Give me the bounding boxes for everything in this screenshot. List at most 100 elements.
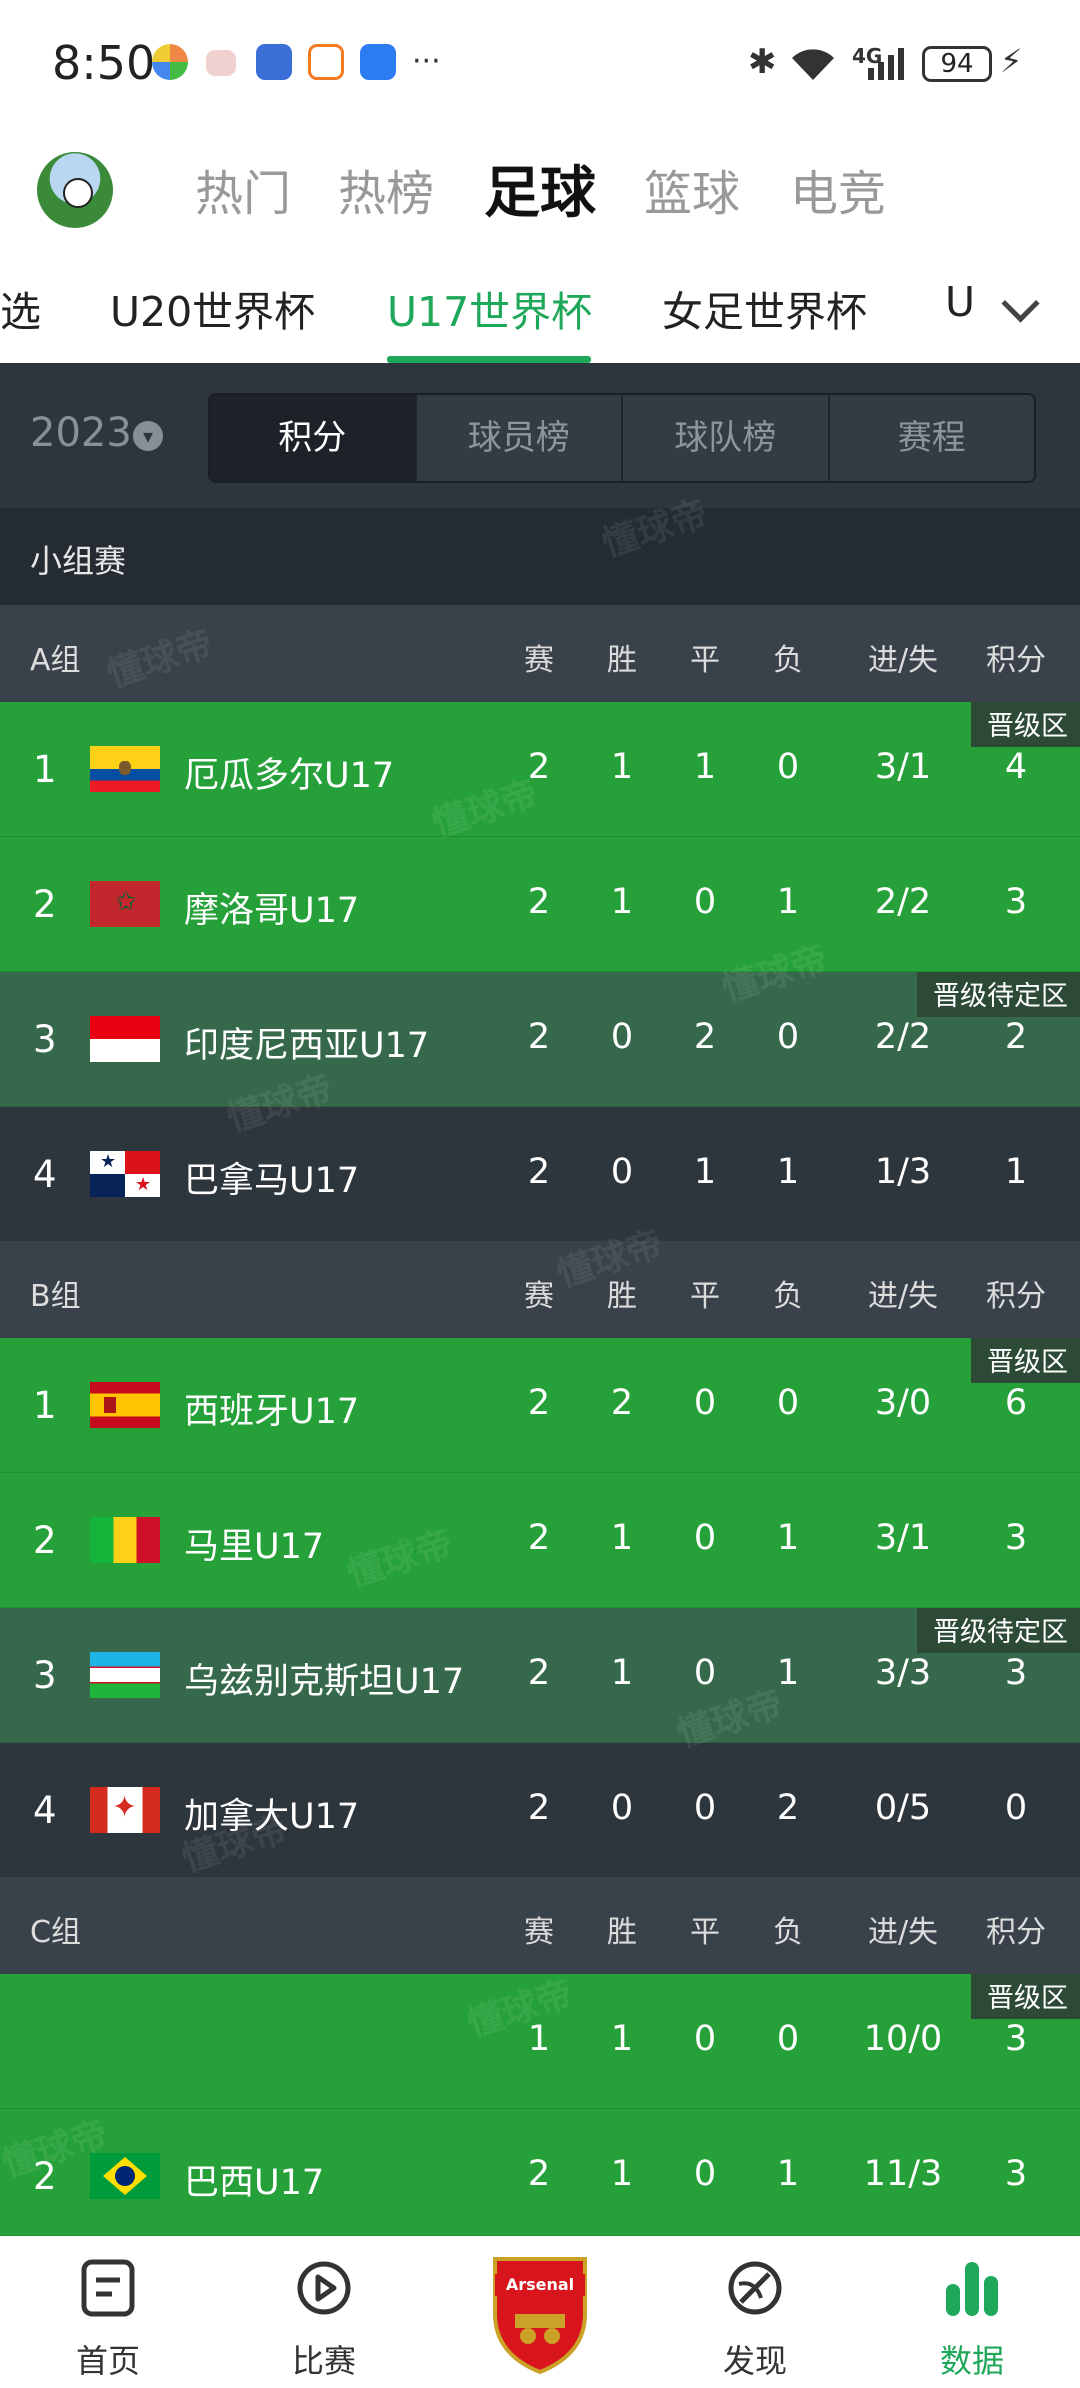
col-loss: 负	[773, 1279, 803, 1314]
nav-data-label: 数据	[939, 2342, 1004, 2380]
indonesia-flag-icon	[90, 1016, 160, 1062]
table-row[interactable]: 4 ✦ 加拿大U17 2 0 0 2 0/5 0	[0, 1743, 1080, 1878]
brazil-flag-icon	[90, 2153, 160, 2199]
played: 2	[527, 1518, 551, 1558]
subtab-u17-world-cup[interactable]: U17世界杯	[387, 278, 592, 338]
nav-matches[interactable]: 比赛	[254, 2236, 394, 2388]
app-logo[interactable]	[37, 152, 113, 228]
team-name: 摩洛哥U17	[184, 891, 360, 931]
tab-football[interactable]: 足球	[484, 148, 596, 229]
year-selector[interactable]: 2023	[30, 410, 132, 456]
team-rank: 2	[33, 2155, 57, 2198]
didi-notification-icon	[308, 44, 344, 80]
losses: 0	[776, 1017, 800, 1057]
tab-esports[interactable]: 电竞	[790, 154, 886, 224]
wins: 1	[610, 882, 634, 922]
group-name: A组	[30, 643, 81, 678]
wins: 0	[610, 1017, 634, 1057]
table-row[interactable]: 3 印度尼西亚U17 2 0 2 0 2/2 2 晋级待定区	[0, 972, 1080, 1107]
arsenal-wordmark: Arsenal	[506, 2275, 574, 2294]
pending-zone-badge: 晋级待定区	[917, 1608, 1080, 1653]
uzbekistan-flag-icon	[90, 1652, 160, 1698]
nav-discover-label: 发现	[722, 2342, 787, 2380]
points: 1	[1004, 1152, 1028, 1192]
tab-hot[interactable]: 热门	[195, 154, 291, 224]
subtab-u20-world-cup[interactable]: U20世界杯	[110, 278, 315, 338]
losses: 0	[776, 747, 800, 787]
bluetooth-icon: ✱	[748, 42, 777, 82]
wins: 1	[610, 1518, 634, 1558]
segment-control: 积分 球员榜 球队榜 赛程	[208, 393, 1036, 483]
battery-indicator: 94	[922, 46, 992, 82]
losses: 1	[776, 1152, 800, 1192]
segment-team-ranking[interactable]: 球队榜	[623, 395, 830, 481]
segment-standings[interactable]: 积分	[210, 395, 417, 481]
goals: 3/1	[874, 747, 932, 787]
stage-label: 小组赛	[30, 542, 127, 580]
upload-notification-icon	[360, 44, 396, 80]
table-row[interactable]: 3 乌兹别克斯坦U17 2 1 0 1 3/3 3 晋级待定区	[0, 1608, 1080, 1743]
goals: 3/1	[874, 1518, 932, 1558]
team-rank: 3	[33, 1654, 57, 1697]
col-win: 胜	[607, 643, 637, 678]
wins: 1	[610, 747, 634, 787]
subtab-womens-world-cup[interactable]: 女足世界杯	[662, 278, 867, 338]
tab-hot-list[interactable]: 热榜	[338, 154, 434, 224]
charging-icon: ⚡	[1000, 42, 1023, 80]
qualify-zone-badge: 晋级区	[971, 702, 1080, 747]
draws: 0	[693, 2019, 717, 2059]
subtab-more[interactable]: U	[945, 278, 975, 326]
points: 3	[1004, 1518, 1028, 1558]
chevron-down-icon[interactable]: ▾	[133, 421, 163, 451]
played: 2	[527, 1383, 551, 1423]
played: 2	[527, 1653, 551, 1693]
table-row[interactable]: 1 1 0 0 10/0 3 晋级区	[0, 1974, 1080, 2109]
losses: 1	[776, 2154, 800, 2194]
nav-data[interactable]: 数据	[902, 2236, 1042, 2388]
table-row[interactable]: 2 ✩ 摩洛哥U17 2 1 0 1 2/2 3	[0, 837, 1080, 972]
draws: 0	[693, 1383, 717, 1423]
nav-club[interactable]: Arsenal	[470, 2236, 610, 2388]
goals: 3/3	[874, 1653, 932, 1693]
team-rank: 1	[33, 748, 57, 791]
bottom-navigation: 首页 比赛 Arsenal 发现 数据	[0, 2236, 1080, 2388]
nav-matches-label: 比赛	[291, 2342, 356, 2380]
wins: 1	[610, 2019, 634, 2059]
group-header: B组 赛 胜 平 负 进/失 积分	[0, 1241, 1080, 1338]
goals: 3/0	[874, 1383, 932, 1423]
arsenal-crest-icon: Arsenal	[493, 2257, 587, 2374]
panama-flag-icon: ★ ★	[90, 1151, 160, 1197]
table-row[interactable]: 1 厄瓜多尔U17 2 1 1 0 3/1 4 晋级区	[0, 702, 1080, 837]
nav-home[interactable]: 首页	[38, 2236, 178, 2388]
col-goals: 进/失	[867, 643, 939, 678]
table-row[interactable]: 1 西班牙U17 2 2 0 0 3/0 6 晋级区	[0, 1338, 1080, 1473]
table-row[interactable]: 4 ★ ★ 巴拿马U17 2 0 1 1 1/3 1	[0, 1107, 1080, 1242]
play-circle-icon	[297, 2261, 351, 2315]
goals: 2/2	[874, 882, 932, 922]
col-loss: 负	[773, 643, 803, 678]
team-rank: 2	[33, 883, 57, 926]
wifi-icon	[792, 49, 834, 80]
segment-schedule[interactable]: 赛程	[830, 395, 1035, 481]
mali-flag-icon	[90, 1517, 160, 1563]
col-loss: 负	[773, 1915, 803, 1950]
team-name: 印度尼西亚U17	[184, 1026, 430, 1066]
wins: 1	[610, 1653, 634, 1693]
team-name: 巴拿马U17	[184, 1161, 360, 1201]
tab-basketball[interactable]: 篮球	[644, 154, 740, 224]
nav-discover[interactable]: 发现	[685, 2236, 825, 2388]
spain-flag-icon	[90, 1382, 160, 1428]
points: 2	[1004, 1017, 1028, 1057]
played: 2	[527, 882, 551, 922]
status-bar: 8:50 ··· ✱ 4G 94 ⚡	[0, 0, 1080, 135]
active-subtab-indicator	[387, 356, 591, 363]
subtab-selected[interactable]: 选	[0, 278, 41, 338]
table-row[interactable]: 2 马里U17 2 1 0 1 3/1 3	[0, 1473, 1080, 1608]
team-rank: 1	[33, 1384, 57, 1427]
draws: 1	[693, 1152, 717, 1192]
points: 4	[1004, 747, 1028, 787]
table-row[interactable]: 2 巴西U17 2 1 0 1 11/3 3	[0, 2109, 1080, 2236]
segment-player-ranking[interactable]: 球员榜	[417, 395, 623, 481]
team-rank: 3	[33, 1018, 57, 1061]
wins: 0	[610, 1788, 634, 1828]
